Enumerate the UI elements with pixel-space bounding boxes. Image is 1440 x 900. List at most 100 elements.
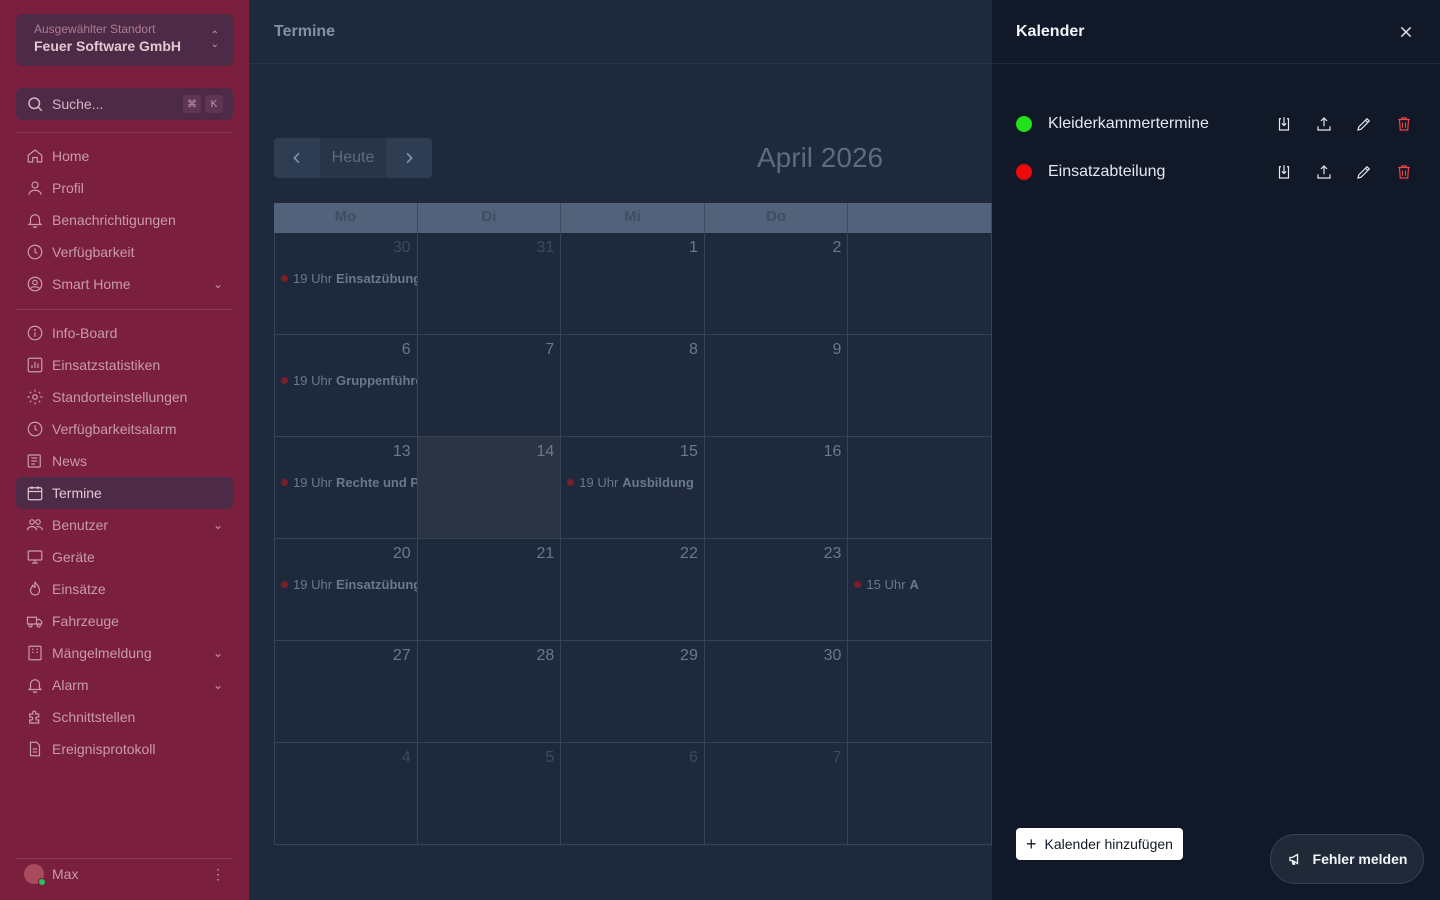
edit-button[interactable] — [1352, 160, 1376, 184]
sidebar-item-label: Standorteinstellungen — [52, 389, 188, 405]
sidebar-item-home[interactable]: Home — [16, 140, 233, 172]
day-cell[interactable] — [848, 641, 992, 743]
day-cell[interactable]: 1 — [561, 233, 705, 335]
import-button[interactable] — [1272, 160, 1296, 184]
sidebar-item-profil[interactable]: Profil — [16, 172, 233, 204]
divider — [16, 132, 233, 133]
weekday-label: Mo — [274, 203, 418, 233]
event-time: 19 Uhr — [579, 475, 619, 490]
day-cell[interactable]: 27 — [274, 641, 418, 743]
chevron-down-icon: ⌄ — [212, 678, 223, 692]
sidebar-item-news[interactable]: News — [16, 445, 233, 477]
day-cell[interactable]: 16 — [704, 437, 849, 539]
sidebar-item-label: Fahrzeuge — [52, 613, 119, 629]
shortcut-key-k: K — [205, 95, 223, 113]
day-cell[interactable]: 7 — [417, 335, 562, 437]
sidebar-item-fahrzeuge[interactable]: Fahrzeuge — [16, 605, 233, 637]
day-cell[interactable]: 20 19 Uhr Einsatzübung — [274, 539, 418, 641]
day-cell[interactable]: 23 — [704, 539, 849, 641]
calendar-event[interactable]: 15 Uhr A — [854, 577, 919, 592]
trash-icon — [1398, 165, 1410, 179]
day-cell[interactable]: 21 — [417, 539, 562, 641]
day-cell[interactable]: 15 Uhr A — [848, 539, 992, 641]
month-title: April 2026 — [757, 142, 884, 173]
delete-button[interactable] — [1392, 112, 1416, 136]
day-cell[interactable]: 30 — [704, 641, 849, 743]
event-color-dot — [567, 479, 575, 486]
event-time: 15 Uhr — [866, 577, 906, 592]
chevron-right-icon — [406, 152, 413, 164]
day-cell[interactable]: 6 — [561, 743, 705, 845]
page-title: Termine — [274, 22, 336, 40]
day-cell[interactable]: 5 — [417, 743, 562, 845]
chevron-up-down-icon: ⌃ ⌄ — [210, 30, 219, 50]
day-cell-today[interactable]: 14 — [417, 437, 562, 539]
chevron-down-icon: ⌄ — [212, 518, 223, 532]
delete-button[interactable] — [1392, 160, 1416, 184]
calendar-event[interactable]: 19 UhrEinsatzübung E — [281, 271, 417, 286]
export-button[interactable] — [1312, 112, 1336, 136]
day-cell[interactable]: 6 19 UhrGruppenführer — [274, 335, 418, 437]
sidebar-item-benachrichtigungen[interactable]: Benachrichtigungen — [16, 204, 233, 236]
day-cell[interactable]: 13 19 UhrRechte und Pfli — [274, 437, 418, 539]
calendar-event[interactable]: 19 Uhr Einsatzübung — [281, 577, 417, 592]
calendar-event[interactable]: 19 UhrGruppenführer — [281, 373, 417, 388]
bell-icon — [27, 214, 43, 229]
day-cell[interactable]: 2 — [704, 233, 849, 335]
add-calendar-button[interactable]: + Kalender hinzufügen — [1016, 828, 1183, 860]
divider — [16, 858, 233, 859]
day-cell[interactable] — [848, 233, 992, 335]
divider — [16, 309, 233, 310]
sidebar-item-einsatzstatistiken[interactable]: Einsatzstatistiken — [16, 349, 233, 381]
home-icon — [27, 149, 43, 163]
sidebar-item-standorteinstellungen[interactable]: Standorteinstellungen — [16, 381, 233, 413]
calendar-event[interactable]: 19 UhrRechte und Pfli — [281, 475, 417, 490]
today-button[interactable]: Heute — [320, 138, 386, 178]
calendar-item: Einsatzabteilung — [1016, 148, 1416, 196]
search-input[interactable]: Suche... ⌘ K — [16, 88, 233, 120]
sidebar-item-benutzer[interactable]: Benutzer ⌄ — [16, 509, 233, 541]
sidebar-item-verfuegbarkeitsalarm[interactable]: Verfügbarkeitsalarm — [16, 413, 233, 445]
day-cell[interactable]: 28 — [417, 641, 562, 743]
more-vertical-icon[interactable]: ⋮ — [211, 866, 225, 883]
day-cell[interactable]: 7 — [704, 743, 849, 845]
next-month-button[interactable] — [386, 138, 432, 178]
sidebar-item-termine[interactable]: Termine — [16, 477, 233, 509]
users-icon — [26, 519, 44, 531]
day-cell[interactable]: 29 — [561, 641, 705, 743]
edit-button[interactable] — [1352, 112, 1376, 136]
export-button[interactable] — [1312, 160, 1336, 184]
calendar-event[interactable]: 19 Uhr Ausbildung — [567, 475, 694, 490]
sidebar-item-info-board[interactable]: Info-Board — [16, 317, 233, 349]
day-cell[interactable]: 22 — [561, 539, 705, 641]
sidebar-item-ereignisprotokoll[interactable]: Ereignisprotokoll — [16, 733, 233, 765]
day-cell[interactable]: 8 — [561, 335, 705, 437]
sidebar-item-einsaetze[interactable]: Einsätze — [16, 573, 233, 605]
day-cell[interactable]: 4 — [274, 743, 418, 845]
week-row: 4 5 6 7 — [274, 743, 992, 845]
sidebar-item-schnittstellen[interactable]: Schnittstellen — [16, 701, 233, 733]
day-cell[interactable] — [848, 743, 992, 845]
sidebar-item-maengelmeldung[interactable]: Mängelmeldung ⌄ — [16, 637, 233, 669]
event-color-dot — [854, 581, 862, 588]
import-button[interactable] — [1272, 112, 1296, 136]
sidebar-item-geraete[interactable]: Geräte — [16, 541, 233, 573]
sidebar-item-alarm[interactable]: Alarm ⌄ — [16, 669, 233, 701]
day-cell[interactable]: 9 — [704, 335, 849, 437]
week-row: 6 19 UhrGruppenführer 7 8 9 — [274, 335, 992, 437]
report-bug-button[interactable]: Fehler melden — [1270, 834, 1424, 884]
day-cell[interactable]: 31 — [417, 233, 562, 335]
week-row: 30 19 UhrEinsatzübung E 31 1 2 — [274, 233, 992, 335]
user-menu[interactable]: Max ⋮ — [16, 860, 233, 888]
day-cell[interactable]: 30 19 UhrEinsatzübung E — [274, 233, 418, 335]
day-cell[interactable]: 15 19 Uhr Ausbildung — [561, 437, 705, 539]
prev-month-button[interactable] — [274, 138, 320, 178]
day-cell[interactable] — [848, 437, 992, 539]
drawer-header: Kalender — [992, 0, 1440, 64]
day-number: 8 — [688, 341, 698, 358]
close-button[interactable] — [1396, 22, 1416, 42]
location-switcher[interactable]: Ausgewählter Standort Feuer Software Gmb… — [16, 14, 233, 66]
sidebar-item-smart-home[interactable]: Smart Home ⌄ — [16, 268, 233, 300]
day-cell[interactable] — [848, 335, 992, 437]
sidebar-item-verfuegbarkeit[interactable]: Verfügbarkeit — [16, 236, 233, 268]
